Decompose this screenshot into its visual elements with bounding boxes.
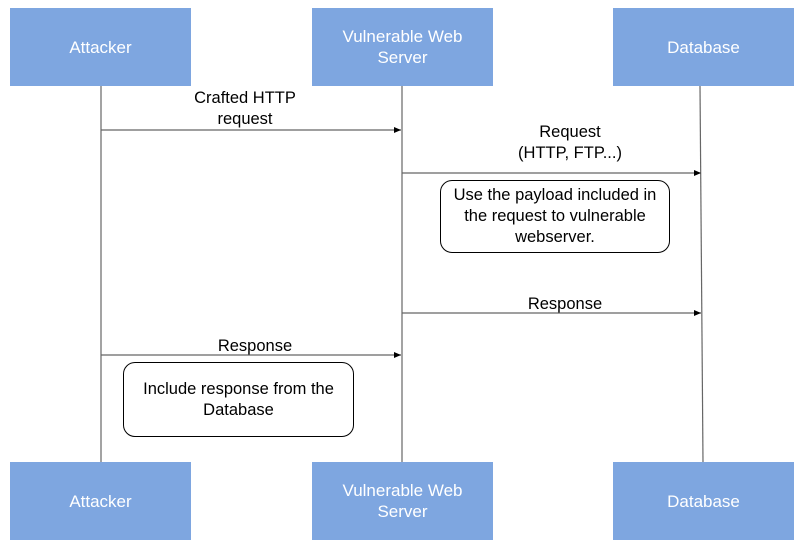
message-label-db-response: Response <box>527 295 603 313</box>
lifeline-database <box>699 85 704 463</box>
message-label-request: Request (HTTP, FTP...) <box>518 123 622 162</box>
actor-database-bottom: Database <box>613 462 794 540</box>
actor-label: Database <box>667 37 740 57</box>
message-label-crafted-request: Crafted HTTP request <box>194 89 296 128</box>
actor-attacker-bottom: Attacker <box>10 462 191 540</box>
message-label-attacker-response: Response <box>217 337 293 355</box>
note-include-response: Include response from the Database <box>123 362 354 437</box>
note-text: Use the payload included in the request … <box>453 186 657 246</box>
actor-label: Attacker <box>69 37 132 57</box>
note-text: Include response from the Database <box>143 379 334 419</box>
actor-label: Vulnerable Web Server <box>342 481 463 521</box>
actor-label: Database <box>667 491 740 511</box>
actor-label: Vulnerable Web Server <box>342 27 463 67</box>
actor-label: Attacker <box>69 491 132 511</box>
actor-server-top: Vulnerable Web Server <box>312 8 493 86</box>
actor-server-bottom: Vulnerable Web Server <box>312 462 493 540</box>
note-payload: Use the payload included in the request … <box>440 180 670 253</box>
actor-attacker-top: Attacker <box>10 8 191 86</box>
actor-database-top: Database <box>613 8 794 86</box>
